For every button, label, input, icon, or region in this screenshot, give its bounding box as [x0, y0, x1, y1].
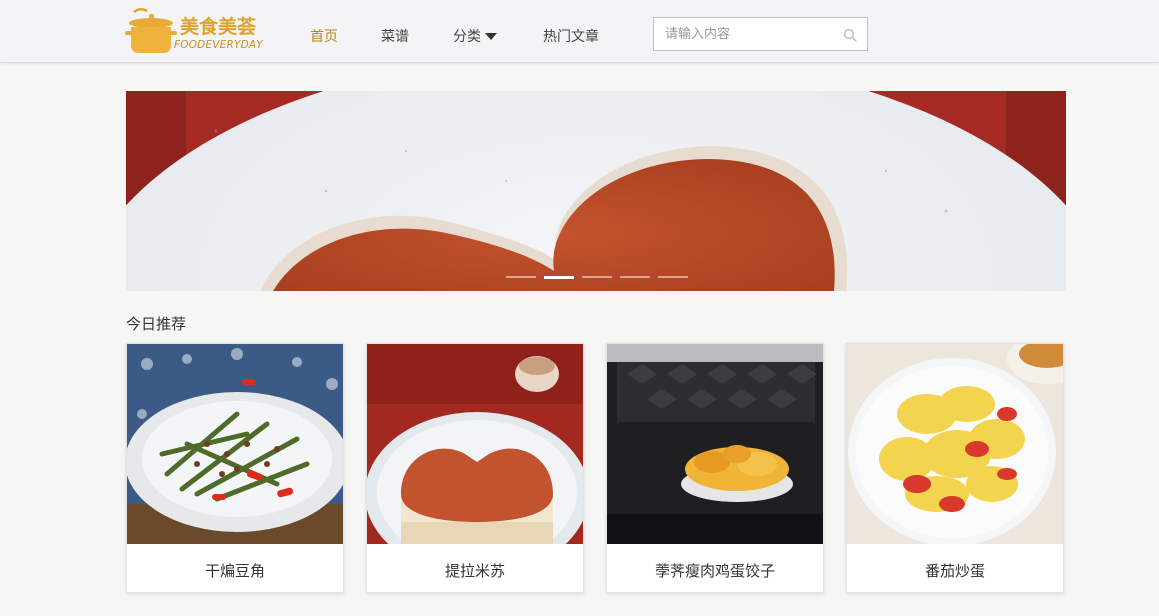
caret-down-icon — [485, 33, 497, 40]
logo-english-text: FOODEVERYDAY — [174, 39, 263, 51]
recipe-card-4[interactable]: 番茄炒蛋 — [846, 343, 1064, 593]
search-box — [653, 17, 868, 51]
recipe-card-2[interactable]: 提拉米苏 — [366, 343, 584, 593]
recipe-image-tiramisu — [367, 344, 583, 544]
recipe-name: 提拉米苏 — [444, 562, 505, 580]
carousel-dot-3[interactable] — [582, 276, 612, 278]
recipe-name: 荸荠瘦肉鸡蛋饺子 — [654, 562, 775, 580]
logo-chinese-text: 美食美荟 — [180, 16, 257, 38]
banner-image — [126, 91, 1066, 291]
search-icon[interactable] — [843, 28, 857, 42]
nav-categories[interactable]: 分类 — [453, 0, 497, 62]
carousel-dot-1[interactable] — [506, 276, 536, 278]
carousel-dot-5[interactable] — [658, 276, 688, 278]
recipe-image-green-beans — [127, 344, 343, 544]
top-header: 美食美荟 FOODEVERYDAY 首页 菜谱 分类 热门文章 — [0, 0, 1159, 63]
recipe-image-tomato-eggs — [847, 344, 1063, 544]
carousel-dot-4[interactable] — [620, 276, 650, 278]
nav-home[interactable]: 首页 — [310, 0, 338, 62]
recipe-card-3[interactable]: 荸荠瘦肉鸡蛋饺子 — [606, 343, 824, 593]
cooking-pot-icon — [125, 8, 177, 53]
search-input[interactable] — [654, 18, 845, 50]
nav-recipes[interactable]: 菜谱 — [381, 0, 409, 62]
recipe-name: 番茄炒蛋 — [924, 562, 985, 580]
nav-hot-articles[interactable]: 热门文章 — [543, 0, 599, 62]
site-logo[interactable]: 美食美荟 FOODEVERYDAY — [124, 6, 282, 56]
section-title-recommend: 今日推荐 — [126, 315, 187, 333]
recipe-image-egg-dumplings — [607, 344, 823, 544]
recipe-name: 干煸豆角 — [204, 562, 265, 580]
carousel-dot-2[interactable] — [544, 276, 574, 279]
nav-categories-label: 分类 — [453, 29, 481, 45]
recipe-card-1[interactable]: 干煸豆角 — [126, 343, 344, 593]
banner-carousel[interactable] — [126, 91, 1066, 291]
